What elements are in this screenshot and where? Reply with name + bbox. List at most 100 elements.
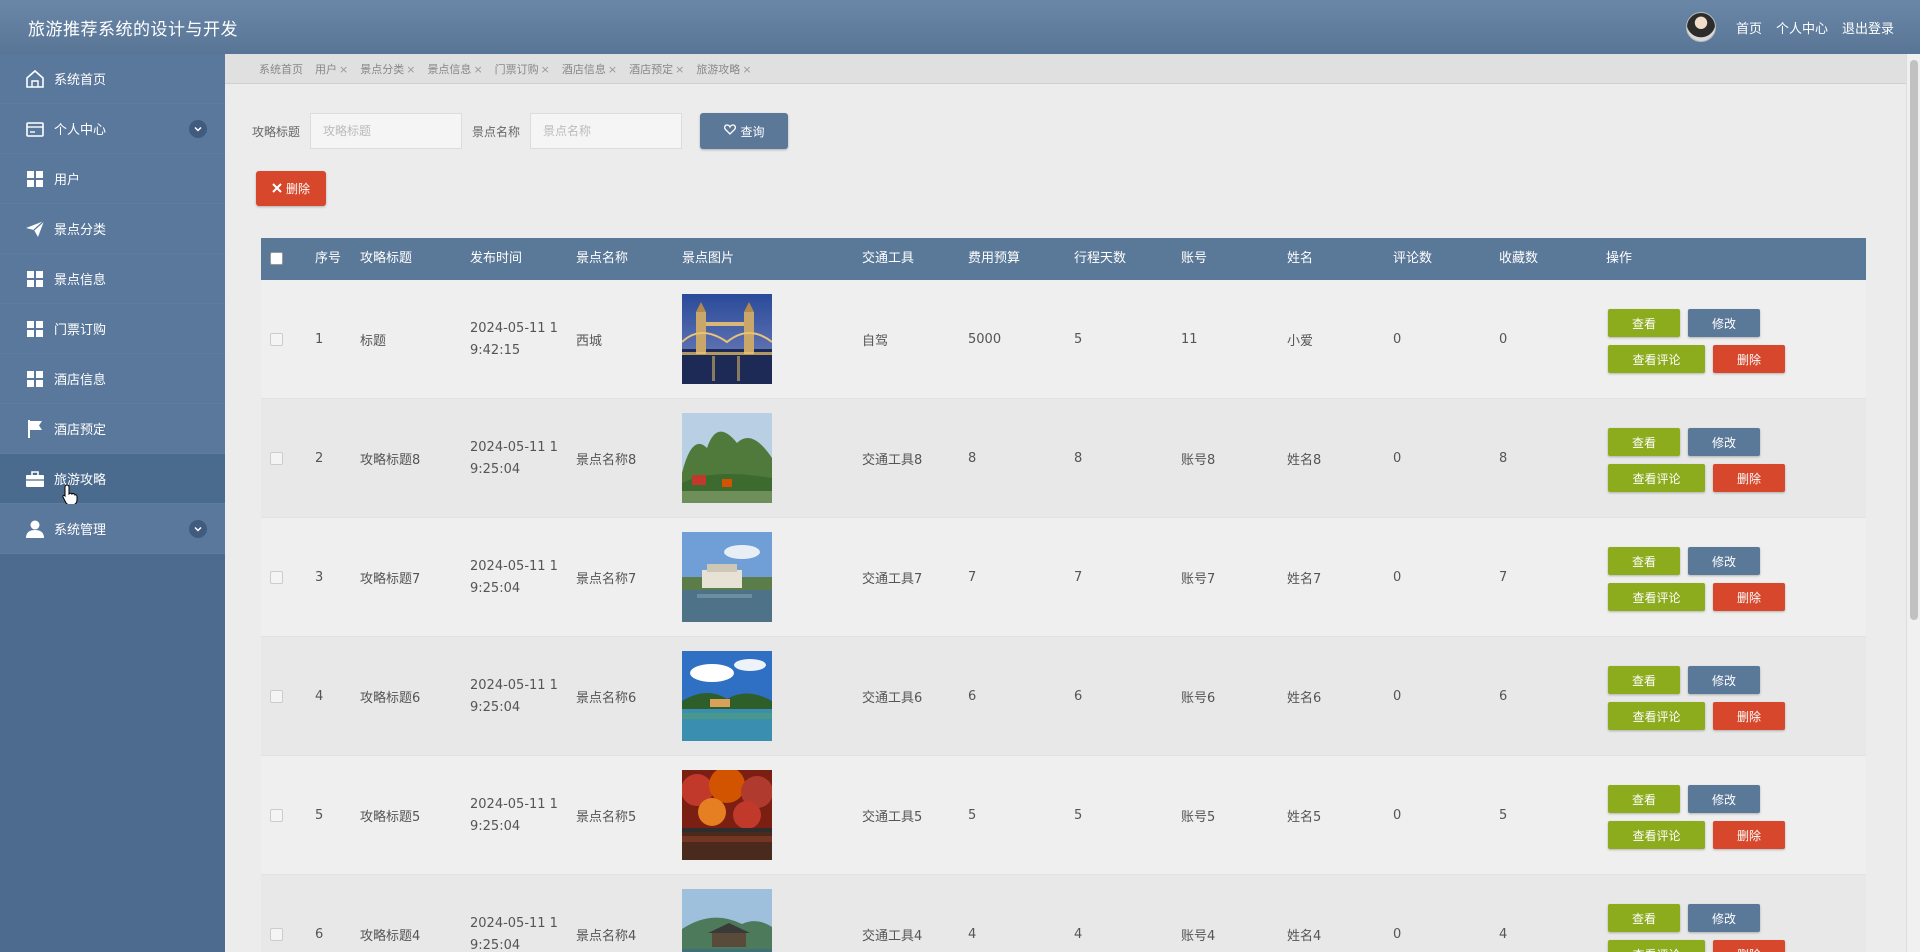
close-icon[interactable]: × bbox=[675, 63, 684, 76]
edit-button[interactable]: 修改 bbox=[1688, 309, 1760, 337]
cell-transport: 交通工具4 bbox=[862, 929, 923, 944]
cell-days: 8 bbox=[1074, 451, 1083, 466]
edit-button[interactable]: 修改 bbox=[1688, 428, 1760, 456]
delete-button[interactable]: 删除 bbox=[1713, 702, 1785, 730]
flag-icon bbox=[24, 418, 46, 440]
view-button[interactable]: 查看 bbox=[1608, 904, 1680, 932]
sidebar-item-profile[interactable]: 个人中心 bbox=[0, 104, 225, 154]
view-comments-button[interactable]: 查看评论 bbox=[1608, 821, 1705, 849]
page-scrollbar[interactable] bbox=[1906, 54, 1920, 952]
spot-image[interactable] bbox=[682, 413, 772, 503]
column-header: 交通工具 bbox=[862, 251, 915, 266]
view-button[interactable]: 查看 bbox=[1608, 428, 1680, 456]
home-link[interactable]: 首页 bbox=[1736, 18, 1762, 37]
spot-image[interactable] bbox=[682, 770, 772, 860]
grid-icon bbox=[24, 318, 46, 340]
edit-button[interactable]: 修改 bbox=[1688, 666, 1760, 694]
cell-comments: 0 bbox=[1393, 332, 1402, 347]
cell-no: 5 bbox=[315, 808, 324, 823]
close-icon[interactable]: × bbox=[406, 63, 415, 76]
select-all-checkbox[interactable] bbox=[270, 252, 283, 265]
chevron-down-icon[interactable] bbox=[189, 119, 207, 138]
scrollbar-thumb[interactable] bbox=[1910, 60, 1918, 620]
tab-users[interactable]: 用户 × bbox=[315, 61, 348, 77]
tab-hotel-info[interactable]: 酒店信息 × bbox=[562, 61, 617, 77]
batch-delete-button[interactable]: 删除 bbox=[256, 171, 326, 206]
row-checkbox[interactable] bbox=[270, 928, 283, 941]
view-button[interactable]: 查看 bbox=[1608, 309, 1680, 337]
close-icon[interactable]: × bbox=[541, 63, 550, 76]
row-checkbox[interactable] bbox=[270, 690, 283, 703]
cell-title: 攻略标题5 bbox=[360, 810, 421, 825]
column-header: 行程天数 bbox=[1074, 251, 1127, 266]
row-checkbox[interactable] bbox=[270, 452, 283, 465]
paper-plane-icon bbox=[24, 218, 46, 240]
cell-favorites: 5 bbox=[1499, 808, 1508, 823]
close-icon[interactable]: × bbox=[473, 63, 482, 76]
view-comments-button[interactable]: 查看评论 bbox=[1608, 583, 1705, 611]
sidebar-item-system-admin[interactable]: 系统管理 bbox=[0, 504, 225, 554]
cell-favorites: 7 bbox=[1499, 570, 1508, 585]
close-icon[interactable]: × bbox=[742, 63, 751, 76]
card-icon bbox=[24, 118, 46, 140]
delete-button[interactable]: 删除 bbox=[1713, 821, 1785, 849]
tab-travel-guide[interactable]: 旅游攻略 × bbox=[696, 61, 751, 77]
profile-link[interactable]: 个人中心 bbox=[1776, 18, 1828, 37]
cell-budget: 5000 bbox=[968, 332, 1002, 347]
user-icon bbox=[24, 518, 46, 540]
logout-link[interactable]: 退出登录 bbox=[1842, 18, 1894, 37]
view-comments-button[interactable]: 查看评论 bbox=[1608, 940, 1705, 952]
user-avatar[interactable] bbox=[1685, 12, 1716, 42]
tab-home[interactable]: 系统首页 bbox=[259, 61, 303, 77]
sidebar-item-home[interactable]: 系统首页 bbox=[0, 54, 225, 104]
sidebar-item-hotel-booking[interactable]: 酒店预定 bbox=[0, 404, 225, 454]
tab-hotel-booking[interactable]: 酒店预定 × bbox=[629, 61, 684, 77]
view-comments-button[interactable]: 查看评论 bbox=[1608, 345, 1705, 373]
close-icon[interactable]: × bbox=[608, 63, 617, 76]
spot-image[interactable] bbox=[682, 294, 772, 384]
spot-image[interactable] bbox=[682, 532, 772, 622]
spot-search-input[interactable] bbox=[530, 113, 683, 149]
spot-image[interactable] bbox=[682, 651, 772, 741]
view-button[interactable]: 查看 bbox=[1608, 547, 1680, 575]
delete-button[interactable]: 删除 bbox=[1713, 464, 1785, 492]
heart-icon bbox=[723, 124, 736, 138]
delete-button[interactable]: 删除 bbox=[1713, 583, 1785, 611]
row-checkbox[interactable] bbox=[270, 333, 283, 346]
chevron-down-icon[interactable] bbox=[189, 519, 207, 538]
table-row: 3 攻略标题7 2024-05-11 19:25:04 景点名称7 交通工具7 … bbox=[261, 518, 1866, 637]
sidebar-item-spot-info[interactable]: 景点信息 bbox=[0, 254, 225, 304]
edit-button[interactable]: 修改 bbox=[1688, 547, 1760, 575]
grid-icon bbox=[24, 168, 46, 190]
tab-spot-category[interactable]: 景点分类 × bbox=[360, 61, 415, 77]
sidebar-item-label: 门票订购 bbox=[54, 323, 107, 338]
delete-button[interactable]: 删除 bbox=[1713, 940, 1785, 952]
cell-favorites: 6 bbox=[1499, 689, 1508, 704]
tab-spot-info[interactable]: 景点信息 × bbox=[427, 61, 482, 77]
view-button[interactable]: 查看 bbox=[1608, 785, 1680, 813]
cell-title: 攻略标题7 bbox=[360, 572, 421, 587]
cell-spot: 景点名称6 bbox=[576, 691, 637, 706]
query-button[interactable]: 查询 bbox=[700, 113, 789, 149]
tab-tickets[interactable]: 门票订购 × bbox=[495, 61, 550, 77]
cell-spot: 西城 bbox=[576, 334, 603, 349]
view-comments-button[interactable]: 查看评论 bbox=[1608, 702, 1705, 730]
close-icon[interactable]: × bbox=[339, 63, 348, 76]
sidebar-item-spot-category[interactable]: 景点分类 bbox=[0, 204, 225, 254]
sidebar-item-hotel-info[interactable]: 酒店信息 bbox=[0, 354, 225, 404]
view-button[interactable]: 查看 bbox=[1608, 666, 1680, 694]
sidebar-item-travel-guide[interactable]: 旅游攻略 bbox=[0, 454, 225, 506]
home-icon bbox=[24, 68, 46, 90]
delete-button[interactable]: 删除 bbox=[1713, 345, 1785, 373]
row-checkbox[interactable] bbox=[270, 571, 283, 584]
cell-comments: 0 bbox=[1393, 689, 1402, 704]
spot-image[interactable] bbox=[682, 889, 772, 952]
row-checkbox[interactable] bbox=[270, 809, 283, 822]
table-row: 2 攻略标题8 2024-05-11 19:25:04 景点名称8 交通工具8 … bbox=[261, 399, 1866, 518]
view-comments-button[interactable]: 查看评论 bbox=[1608, 464, 1705, 492]
sidebar-item-users[interactable]: 用户 bbox=[0, 154, 225, 204]
title-search-input[interactable] bbox=[310, 113, 463, 149]
sidebar-item-tickets[interactable]: 门票订购 bbox=[0, 304, 225, 354]
edit-button[interactable]: 修改 bbox=[1688, 785, 1760, 813]
edit-button[interactable]: 修改 bbox=[1688, 904, 1760, 932]
